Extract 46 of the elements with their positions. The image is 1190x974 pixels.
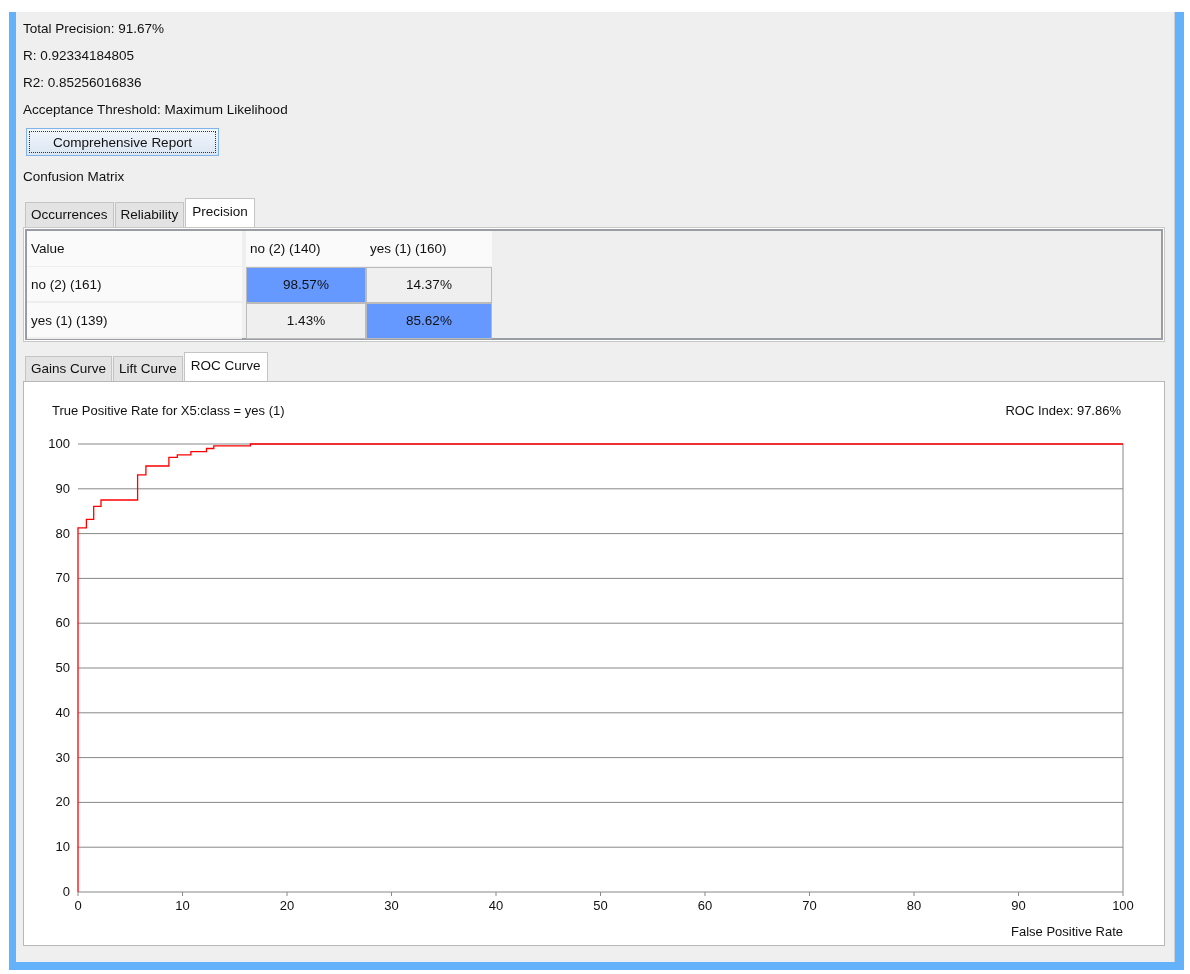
- roc-index-text: ROC Index: 97.86%: [1005, 403, 1121, 418]
- y-tick-label: 100: [48, 436, 70, 451]
- y-tick-label: 50: [55, 660, 70, 675]
- x-tick-label: 90: [1011, 898, 1026, 913]
- tab[interactable]: ROC Curve: [183, 352, 268, 381]
- stat-text: Total Precision: 91.67%: [23, 20, 166, 38]
- x-tick-label: 70: [802, 898, 817, 913]
- y-tick-label: 10: [55, 839, 70, 855]
- y-tick-label: 20: [55, 794, 70, 810]
- y-tick-label: 60: [55, 615, 70, 631]
- tab[interactable]: Reliability: [114, 202, 185, 227]
- x-tick-label: 80: [906, 898, 922, 913]
- x-tick-label: 40: [488, 898, 504, 913]
- tab[interactable]: Precision: [185, 198, 255, 227]
- stat-text: R2: 0.85256016836: [23, 74, 143, 92]
- tab[interactable]: Lift Curve: [113, 356, 183, 381]
- section-title: Confusion Matrix: [23, 168, 126, 186]
- y-axis-label: True Positive Rate for X5:class = yes (1): [52, 403, 285, 418]
- table-cell: 85.62%: [366, 303, 492, 339]
- table-cell: 98.57%: [246, 267, 366, 303]
- table-cell: 14.37%: [366, 267, 492, 303]
- x-tick-label: 20: [279, 898, 295, 913]
- x-tick-label: 10: [175, 898, 190, 913]
- column-header: no (2) (140): [246, 231, 366, 266]
- tab[interactable]: Gains Curve: [25, 356, 113, 381]
- x-tick-label: 0: [74, 898, 82, 913]
- row-header: yes (1) (139): [27, 303, 242, 339]
- stat-text: R: 0.92334184805: [23, 47, 136, 65]
- y-tick-label: 30: [55, 749, 70, 765]
- stat-text: Acceptance Threshold: Maximum Likelihood: [23, 101, 289, 119]
- x-tick-label: 50: [593, 898, 608, 913]
- tab[interactable]: Occurrences: [25, 202, 114, 227]
- x-axis-label: False Positive Rate: [1011, 924, 1123, 939]
- y-tick-label: 40: [55, 704, 70, 720]
- y-tick-label: 90: [55, 480, 70, 496]
- comprehensive-report-button[interactable]: Comprehensive Report: [26, 128, 219, 156]
- y-tick-label: 0: [62, 884, 70, 899]
- y-tick-label: 70: [55, 570, 70, 586]
- row-header: no (2) (161): [27, 267, 242, 303]
- x-tick-label: 60: [697, 898, 713, 913]
- x-tick-label: 30: [384, 898, 399, 913]
- column-header: Value: [27, 231, 242, 266]
- y-tick-label: 80: [55, 525, 70, 541]
- table-cell: 1.43%: [246, 303, 366, 339]
- x-tick-label: 100: [1112, 898, 1134, 913]
- column-header: yes (1) (160): [366, 231, 492, 266]
